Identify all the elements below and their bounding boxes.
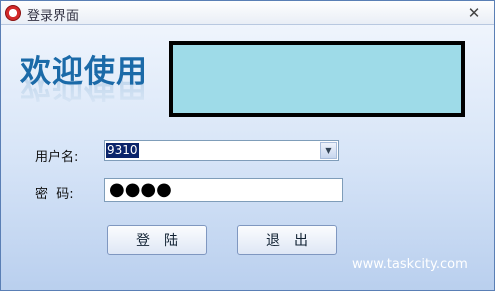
watermark-text: www.taskcity.com bbox=[352, 257, 468, 272]
app-icon bbox=[5, 5, 21, 21]
dropdown-button[interactable]: ▼ bbox=[320, 142, 337, 159]
password-label: 密 码: bbox=[35, 187, 74, 202]
title-bar[interactable]: 登录界面 ✕ bbox=[1, 1, 494, 25]
close-button[interactable]: ✕ bbox=[462, 3, 486, 23]
welcome-banner-reflection: 欢迎使用 bbox=[20, 79, 148, 103]
chevron-down-icon: ▼ bbox=[325, 146, 332, 155]
password-field[interactable]: ●●●● bbox=[104, 178, 343, 202]
redacted-area bbox=[169, 41, 465, 117]
password-mask: ●●●● bbox=[109, 179, 172, 200]
login-window: 登录界面 ✕ 欢迎使用 欢迎使用 用户名: 9310 ▼ 密 码: ●●●● 登… bbox=[0, 0, 495, 291]
username-value: 9310 bbox=[106, 143, 139, 158]
exit-button[interactable]: 退出 bbox=[237, 225, 337, 255]
window-title: 登录界面 bbox=[27, 9, 80, 24]
close-icon: ✕ bbox=[467, 3, 481, 22]
login-button[interactable]: 登陆 bbox=[107, 225, 207, 255]
username-label: 用户名: bbox=[35, 150, 79, 165]
username-combobox[interactable]: 9310 ▼ bbox=[104, 140, 339, 161]
